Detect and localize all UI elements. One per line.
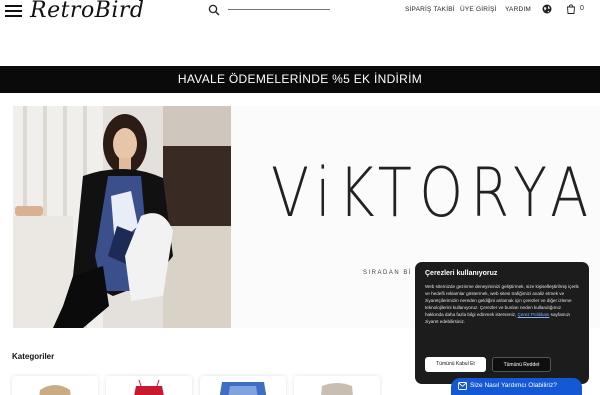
globe-icon[interactable]: [542, 4, 552, 14]
category-card[interactable]: [12, 376, 98, 395]
site-logo[interactable]: RetroBird: [30, 0, 145, 23]
search-input[interactable]: [228, 9, 330, 10]
category-image: [219, 382, 267, 395]
category-card[interactable]: [294, 376, 380, 395]
cart-count: 0: [580, 5, 584, 12]
hamburger-icon[interactable]: [5, 5, 22, 17]
category-image: [134, 379, 164, 395]
category-image: [321, 383, 353, 395]
categories-title: Kategoriler: [12, 352, 55, 361]
order-tracking-link[interactable]: SİPARİŞ TAKİBİ: [405, 6, 455, 13]
category-card[interactable]: [200, 376, 286, 395]
accept-all-button[interactable]: Tümünü Kabul Et: [425, 357, 486, 372]
hero-subtitle: SIRADAN Bİ: [363, 270, 413, 276]
hero-photo: [13, 106, 231, 328]
help-link[interactable]: YARDIM: [505, 6, 531, 13]
cookie-policy-link[interactable]: Çerez Politikası: [517, 312, 549, 317]
reject-all-button[interactable]: Tümünü Reddet: [492, 357, 551, 372]
category-image: [39, 385, 71, 395]
promo-banner[interactable]: HAVALE ÖDEMELERİNDE %5 EK İNDİRİM: [0, 66, 600, 93]
help-chat-label: Size Nasıl Yardımcı Olabiliriz?: [470, 382, 557, 389]
cookie-consent-modal: Çerezleri kullanıyoruz Web sitemizde gez…: [415, 262, 589, 384]
cookie-body: Web sitemizde gezinme deneyiminizi geliş…: [425, 283, 579, 325]
help-chat-button[interactable]: Size Nasıl Yardımcı Olabiliriz?: [451, 378, 582, 395]
category-card[interactable]: [106, 376, 192, 395]
cookie-title: Çerezleri kullanıyoruz: [425, 270, 498, 277]
search-icon[interactable]: [208, 4, 220, 16]
cart-icon[interactable]: [566, 4, 576, 14]
site-header: RetroBird SİPARİŞ TAKİBİ ÜYE GİRİŞİ YARD…: [0, 0, 600, 24]
mail-icon: [458, 382, 467, 390]
hero-brand-title: ViKTORYA: [271, 154, 596, 233]
login-link[interactable]: ÜYE GİRİŞİ: [460, 6, 497, 13]
